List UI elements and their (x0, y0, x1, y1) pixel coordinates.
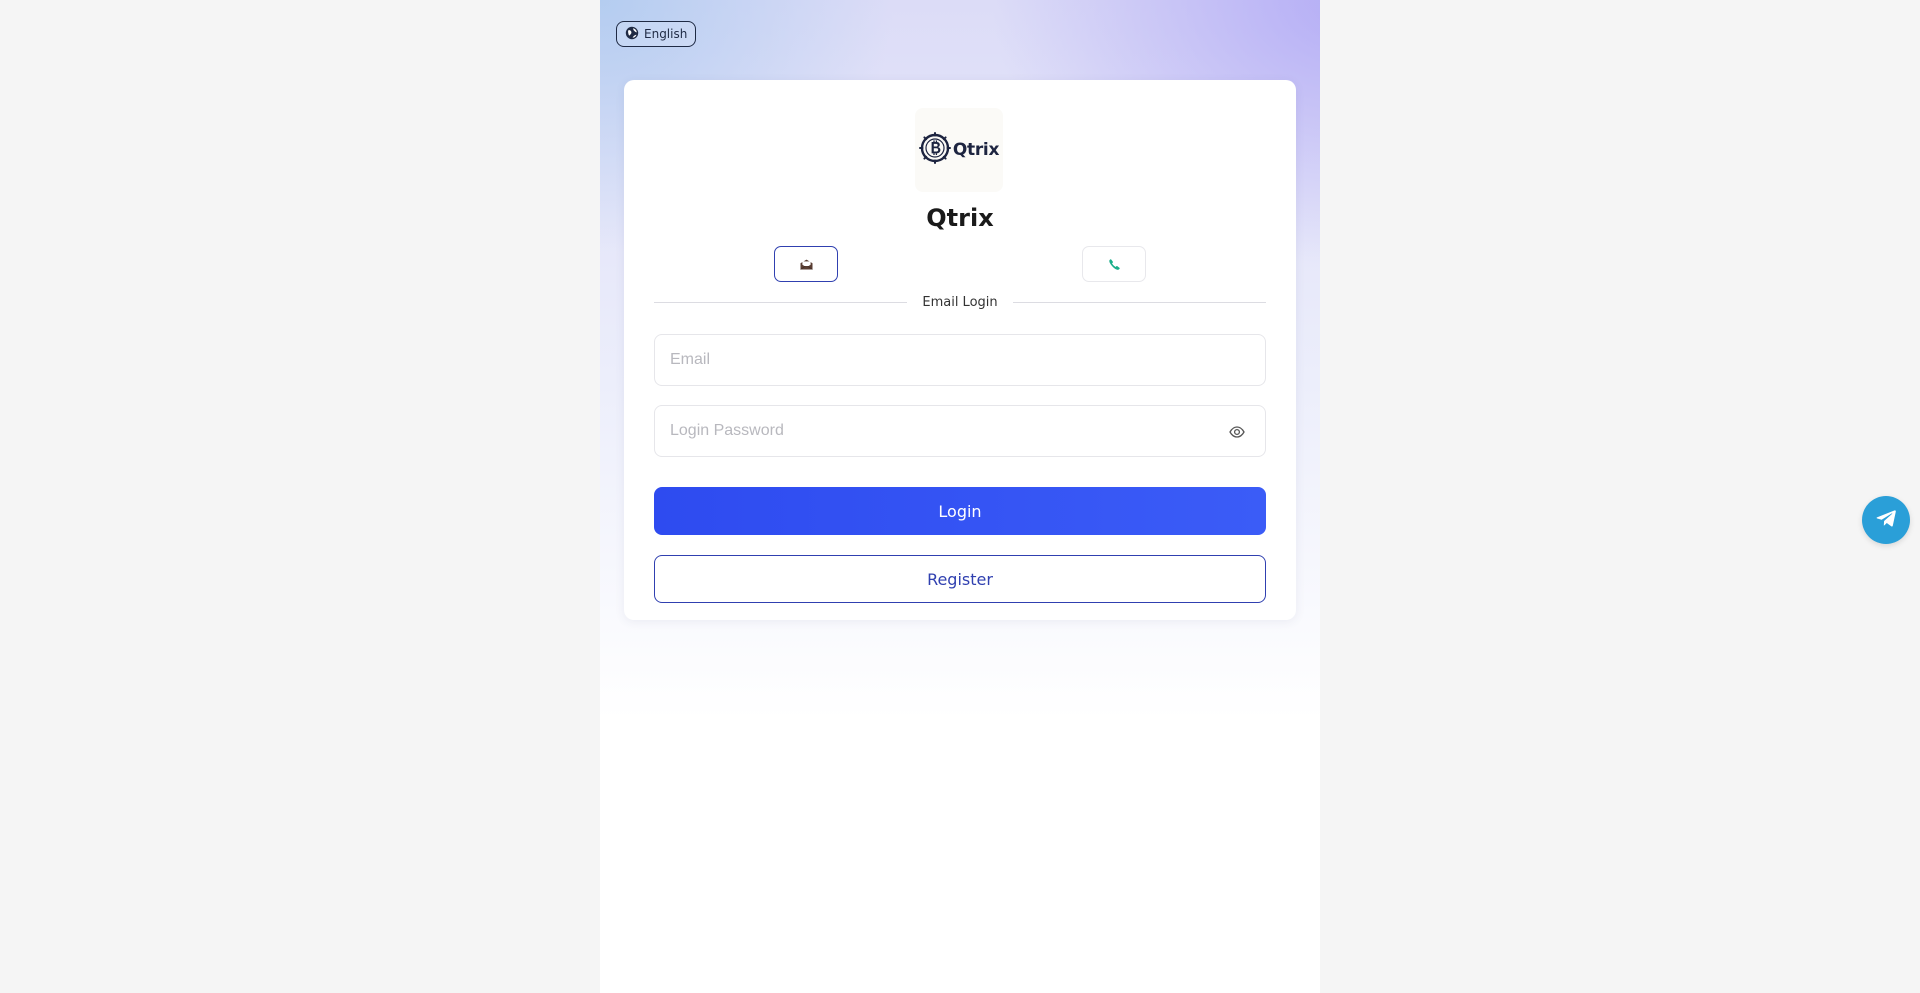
bitcoin-gear-icon (918, 132, 951, 168)
login-method-divider: Email Login (654, 292, 1266, 312)
email-input[interactable] (655, 335, 1265, 385)
app-screen: English Qtrix Qtrix Email Login Email Lo… (600, 0, 1320, 993)
register-button[interactable]: Register (654, 555, 1266, 603)
login-button[interactable]: Login (654, 487, 1266, 535)
phone-login-tab[interactable] (1082, 246, 1146, 282)
telegram-support-button[interactable] (1862, 496, 1910, 544)
email-login-tab[interactable] (774, 246, 838, 282)
language-icon (625, 25, 639, 44)
telegram-icon (1874, 506, 1898, 534)
phone-icon (1108, 255, 1120, 274)
brand-logo: Qtrix (915, 108, 1003, 192)
language-label: English (644, 27, 688, 41)
password-field-container (654, 405, 1266, 457)
app-title: Qtrix (926, 204, 994, 232)
password-input[interactable] (655, 406, 1265, 456)
language-selector[interactable]: English (616, 21, 697, 47)
email-icon (799, 255, 813, 274)
logo-text: Qtrix (952, 140, 1000, 160)
divider-line-right (1012, 301, 1266, 303)
divider-line-left (654, 301, 908, 303)
email-field-container (654, 334, 1266, 386)
eye-icon[interactable] (1229, 424, 1245, 440)
login-card: Qtrix Qtrix Email Login Email Login Regi… (624, 80, 1296, 620)
login-method-label: Email Login (922, 294, 998, 310)
